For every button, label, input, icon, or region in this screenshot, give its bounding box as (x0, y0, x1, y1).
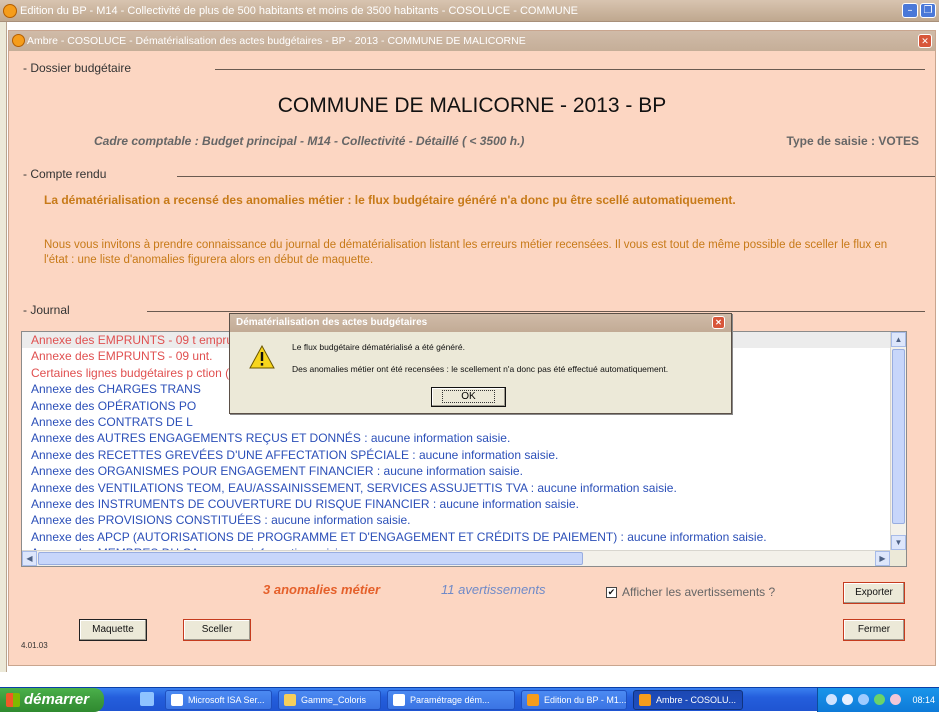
dialog-message-anomalies: Des anomalies métier ont été recensées :… (292, 364, 669, 374)
section-dossier-label: - Dossier budgétaire (23, 61, 132, 75)
info-message: Nous vous invitons à prendre connaissanc… (44, 239, 888, 266)
taskbar-item[interactable]: Paramétrage dém... (387, 690, 515, 710)
section-compte-rendu-label: - Compte rendu (23, 167, 107, 181)
section-journal-label: - Journal (23, 303, 70, 317)
scroll-right-icon[interactable]: ▶ (875, 551, 890, 566)
sceller-button[interactable]: Sceller (183, 619, 251, 641)
taskbar-item[interactable]: Edition du BP - M1... (521, 690, 627, 710)
dialog-titlebar[interactable]: Dématérialisation des actes budgétaires … (230, 314, 731, 332)
minimize-button[interactable]: – (902, 3, 918, 18)
journal-row[interactable]: Annexe des RECETTES GREVÉES D'UNE AFFECT… (22, 447, 890, 463)
document-icon (393, 694, 405, 706)
journal-row[interactable]: Annexe des AUTRES ENGAGEMENTS REÇUS ET D… (22, 430, 890, 446)
mail-icon[interactable] (890, 694, 901, 705)
taskbar-item[interactable]: Ambre - COSOLU... (633, 690, 743, 710)
journal-row[interactable]: Annexe des PROVISIONS CONSTITUÉES : aucu… (22, 512, 890, 528)
journal-row[interactable]: Annexe des CONTRATS DE L (22, 414, 890, 430)
taskbar-item[interactable]: Microsoft ISA Ser... (165, 690, 272, 710)
inner-window-title: Ambre - COSOLUCE - Dématérialisation des… (27, 35, 526, 47)
scroll-corner (890, 550, 906, 566)
warning-message: La dématérialisation a recensé des anoma… (44, 193, 736, 207)
taskbar-item-label: Edition du BP - M1... (544, 695, 627, 705)
dialog-message-generated: Le flux budgétaire dématérialisé a été g… (292, 342, 465, 352)
app-icon (527, 694, 539, 706)
taskbar-item-label: Microsoft ISA Ser... (188, 695, 265, 705)
section-divider (177, 176, 935, 177)
journal-row[interactable]: Annexe des APCP (AUTORISATIONS DE PROGRA… (22, 529, 890, 545)
bluetooth-icon[interactable] (858, 694, 869, 705)
dialog-title: Dématérialisation des actes budgétaires (236, 317, 428, 328)
page-title: COMMUNE DE MALICORNE - 2013 - BP (277, 94, 667, 117)
left-frame-strip (0, 22, 7, 672)
volume-icon[interactable] (842, 694, 853, 705)
outer-window-title: Edition du BP - M14 - Collectivité de pl… (20, 5, 579, 17)
vertical-scrollbar[interactable]: ▲ ▼ (890, 332, 906, 550)
scroll-up-icon[interactable]: ▲ (891, 332, 906, 347)
anomalies-count: 3 anomalies métier (263, 582, 381, 597)
quick-launch-icon[interactable] (140, 692, 154, 706)
show-warnings-toggle[interactable]: ✔ Afficher les avertissements ? (606, 585, 775, 599)
message-dialog: Dématérialisation des actes budgétaires … (229, 313, 732, 414)
network-icon[interactable] (826, 694, 837, 705)
scroll-thumb[interactable] (892, 349, 905, 524)
taskbar-item-label: Gamme_Coloris (301, 695, 367, 705)
version-label: 4.01.03 (21, 641, 48, 650)
show-warnings-label: Afficher les avertissements ? (622, 585, 776, 599)
ok-button-label: OK (442, 390, 495, 403)
export-button[interactable]: Exporter (843, 582, 905, 604)
outer-window-controls: – ❐ (902, 3, 936, 18)
close-icon[interactable]: ✕ (918, 34, 932, 48)
warnings-count: 11 avertissements (441, 582, 546, 597)
scroll-down-icon[interactable]: ▼ (891, 535, 906, 550)
start-button[interactable]: démarrer (0, 688, 104, 712)
outer-window-titlebar[interactable]: Edition du BP - M14 - Collectivité de pl… (0, 0, 939, 22)
maquette-button[interactable]: Maquette (79, 619, 147, 641)
warning-icon (249, 345, 275, 369)
taskbar-item-label: Paramétrage dém... (410, 695, 490, 705)
scroll-left-icon[interactable]: ◀ (22, 551, 37, 566)
fermer-button[interactable]: Fermer (843, 619, 905, 641)
journal-row[interactable]: Annexe des ORGANISMES POUR ENGAGEMENT FI… (22, 463, 890, 479)
show-warnings-checkbox[interactable]: ✔ (606, 586, 617, 598)
inner-window-titlebar[interactable]: Ambre - COSOLUCE - Dématérialisation des… (9, 31, 935, 51)
scroll-thumb[interactable] (38, 552, 583, 565)
app-icon (639, 694, 651, 706)
clock: 08:14 (912, 695, 935, 705)
section-divider (147, 311, 925, 312)
restore-button[interactable]: ❐ (920, 3, 936, 18)
cadre-comptable: Cadre comptable : Budget principal - M14… (94, 134, 525, 148)
journal-row[interactable]: Annexe des INSTRUMENTS DE COUVERTURE DU … (22, 496, 890, 512)
section-divider (215, 69, 925, 70)
horizontal-scrollbar[interactable]: ◀ ▶ (22, 550, 890, 566)
taskbar-item-label: Ambre - COSOLU... (656, 695, 737, 705)
folder-icon (284, 694, 296, 706)
taskbar: démarrer Microsoft ISA Ser... Gamme_Color… (0, 687, 939, 712)
app-icon (3, 4, 17, 18)
app-icon (12, 34, 25, 47)
start-label: démarrer (24, 691, 90, 708)
taskbar-item[interactable]: Gamme_Coloris (278, 690, 381, 710)
ok-button[interactable]: OK (431, 387, 506, 407)
windows-logo-icon (6, 693, 20, 707)
system-tray: 08:14 (817, 688, 939, 712)
type-saisie: Type de saisie : VOTES (786, 134, 920, 148)
journal-row[interactable]: Annexe des VENTILATIONS TEOM, EAU/ASSAIN… (22, 480, 890, 496)
close-icon[interactable]: ✕ (712, 316, 725, 329)
isa-icon (171, 694, 183, 706)
security-icon[interactable] (874, 694, 885, 705)
